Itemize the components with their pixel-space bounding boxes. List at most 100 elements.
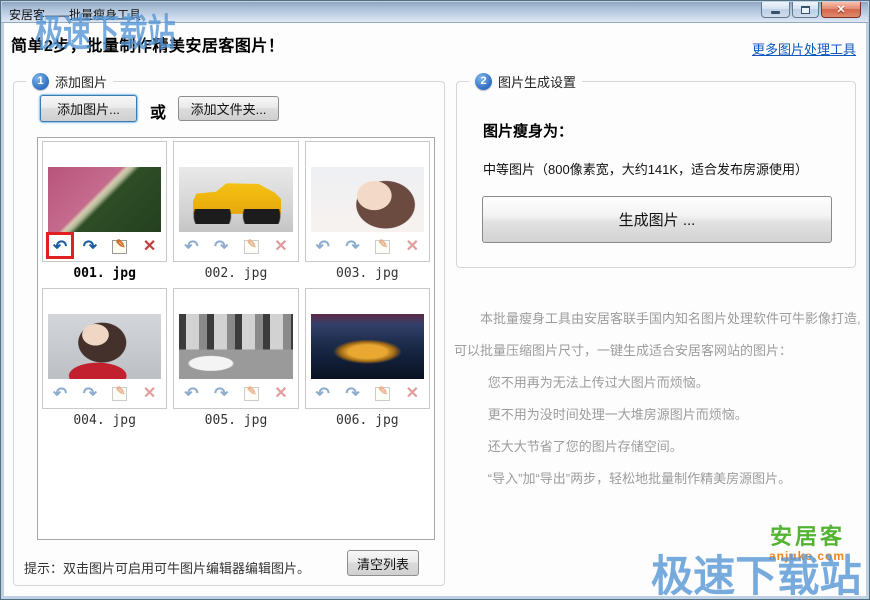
image-actions: ↶ ↷ ✎ ✕: [174, 232, 297, 261]
thumbnail-wrap: [174, 289, 297, 379]
pencil-glyph: ✎: [378, 236, 389, 251]
edit-icon[interactable]: ✎: [112, 236, 128, 254]
step-2-badge: 2: [475, 73, 492, 90]
undo-icon[interactable]: ↶: [316, 238, 330, 255]
pencil-glyph: ✎: [115, 236, 126, 251]
minimize-button[interactable]: [761, 2, 790, 18]
image-actions: ↶ ↷ ✎ ✕: [174, 379, 297, 408]
image-list-item: ↶ ↷ ✎ ✕ 005. jpg: [173, 288, 299, 433]
close-icon: ✕: [836, 3, 846, 16]
anjuke-logo-cn: 安居客: [769, 524, 845, 549]
anjuke-logo-domain: anjuke.com: [768, 549, 845, 563]
image-list-item: ↶ ↷ ✎ ✕ 004. jpg: [42, 288, 168, 433]
description-line: 可以批量压缩图片尺寸，一键生成适合安居客网站的图片：: [454, 343, 793, 358]
image-cell: ↶ ↷ ✎ ✕: [304, 288, 430, 409]
generation-settings-title: 图片生成设置: [498, 75, 577, 90]
image-cell: ↶ ↷ ✎ ✕: [304, 141, 430, 262]
image-thumbnail[interactable]: [48, 314, 162, 379]
image-actions: ↶ ↷ ✎ ✕: [306, 232, 429, 261]
image-cell: ↶ ↷ ✎ ✕: [42, 288, 168, 409]
image-list-panel[interactable]: ↶ ↷ ✎ ✕ 001. jpg ↶ ↷ ✎ ✕ 002. jpg ↶ ↷ ✎ …: [37, 137, 435, 540]
redo-icon[interactable]: ↷: [345, 385, 359, 402]
redo-icon[interactable]: ↷: [83, 385, 97, 402]
image-thumbnail[interactable]: [179, 314, 293, 379]
or-label: 或: [150, 105, 167, 122]
delete-icon[interactable]: ✕: [274, 385, 287, 402]
thumbnail-wrap: [306, 142, 429, 232]
image-list-item: ↶ ↷ ✎ ✕ 003. jpg: [304, 141, 430, 286]
image-list-item: ↶ ↷ ✎ ✕ 006. jpg: [304, 288, 430, 433]
more-tools-link[interactable]: 更多图片处理工具: [752, 39, 856, 58]
image-thumbnail[interactable]: [310, 167, 424, 232]
thumbnail-wrap: [174, 142, 297, 232]
thumbnail-wrap: [43, 142, 166, 232]
description-line: 本批量瘦身工具由安居客联手国内知名图片处理软件可牛影像打造,: [480, 311, 861, 326]
undo-icon[interactable]: ↶: [53, 385, 67, 402]
description-line: 还大大节省了您的图片存储空间。: [487, 439, 683, 454]
image-filename: 004. jpg: [73, 413, 136, 428]
image-filename: 005. jpg: [204, 413, 268, 428]
anjuke-logo: 安居客 anjuke.com: [769, 519, 845, 563]
delete-icon[interactable]: ✕: [143, 238, 156, 255]
generation-settings-group: 2 图片生成设置 图片瘦身为： 中等图片（800像素宽，大约141K，适合发布房…: [456, 72, 856, 268]
undo-highlight-box: [46, 232, 74, 259]
add-images-button[interactable]: 添加图片...: [40, 95, 137, 122]
window-title: 安居客——批量瘦身工具: [9, 8, 142, 22]
image-cell: ↶ ↷ ✎ ✕: [173, 288, 299, 409]
image-list-item: ↶ ↷ ✎ ✕ 002. jpg: [173, 141, 299, 286]
undo-icon[interactable]: ↶: [184, 385, 198, 402]
delete-icon[interactable]: ✕: [274, 238, 287, 255]
description-block: 本批量瘦身工具由安居客联手国内知名图片处理软件可牛影像打造, 可以批量压缩图片尺寸…: [454, 311, 866, 503]
image-grid: ↶ ↷ ✎ ✕ 001. jpg ↶ ↷ ✎ ✕ 002. jpg ↶ ↷ ✎ …: [42, 141, 430, 433]
maximize-icon: [801, 5, 810, 14]
clear-list-button[interactable]: 清空列表: [347, 550, 419, 576]
image-thumbnail[interactable]: [310, 314, 424, 379]
tip-text: 提示：双击图片可启用可牛图片编辑器编辑图片。: [24, 561, 311, 576]
undo-icon[interactable]: ↶: [316, 385, 330, 402]
image-actions: ↶ ↷ ✎ ✕: [306, 379, 429, 408]
image-actions: ↶ ↷ ✎ ✕: [43, 379, 166, 408]
pencil-glyph: ✎: [115, 383, 126, 398]
image-thumbnail[interactable]: [48, 167, 162, 232]
edit-icon[interactable]: ✎: [243, 236, 259, 254]
app-window: 安居客——批量瘦身工具 ✕ 简单2步，批量制作精美安居客图片！ 更多图片处理工具…: [0, 0, 870, 601]
undo-icon[interactable]: ↶: [184, 238, 198, 255]
maximize-button[interactable]: [792, 2, 819, 18]
edit-icon[interactable]: ✎: [375, 236, 391, 254]
image-filename: 003. jpg: [336, 266, 399, 281]
delete-icon[interactable]: ✕: [406, 238, 419, 255]
edit-icon[interactable]: ✎: [112, 383, 128, 401]
generate-images-button[interactable]: 生成图片 ...: [482, 196, 832, 243]
minimize-icon: [771, 10, 780, 14]
image-cell: ↶ ↷ ✎ ✕: [173, 141, 299, 262]
thumbnail-wrap: [306, 289, 429, 379]
size-option-text: 中等图片（800像素宽，大约141K，适合发布房源使用）: [483, 162, 809, 177]
image-actions: ↶ ↷ ✎ ✕: [43, 232, 166, 261]
redo-icon[interactable]: ↷: [214, 385, 228, 402]
slim-to-label: 图片瘦身为：: [483, 123, 574, 140]
thumbnail-wrap: [43, 289, 166, 379]
image-cell: ↶ ↷ ✎ ✕: [42, 141, 168, 262]
page-title: 简单2步，批量制作精美安居客图片！: [11, 38, 285, 55]
description-line: “导入”加“导出”两步，轻松地批量制作精美房源图片。: [487, 471, 792, 486]
add-folder-button[interactable]: 添加文件夹...: [178, 96, 279, 121]
delete-icon[interactable]: ✕: [406, 385, 419, 402]
window-controls: ✕: [761, 2, 861, 18]
description-line: 更不用为没时间处理一大堆房源图片而烦恼。: [487, 407, 748, 422]
edit-icon[interactable]: ✎: [375, 385, 391, 401]
generation-settings-legend: 2 图片生成设置: [469, 72, 583, 91]
edit-icon[interactable]: ✎: [243, 383, 259, 401]
step-1-badge: 1: [32, 73, 49, 90]
close-button[interactable]: ✕: [821, 2, 861, 18]
delete-icon[interactable]: ✕: [143, 385, 156, 402]
redo-icon[interactable]: ↷: [345, 238, 359, 255]
redo-icon[interactable]: ↷: [214, 238, 228, 255]
add-images-group-title: 添加图片: [55, 75, 108, 90]
image-thumbnail[interactable]: [179, 167, 293, 232]
redo-icon[interactable]: ↷: [83, 238, 97, 255]
image-filename: 002. jpg: [204, 266, 268, 281]
title-bar[interactable]: 安居客——批量瘦身工具: [2, 2, 868, 23]
pencil-glyph: ✎: [246, 383, 257, 398]
image-filename: 001. jpg: [73, 266, 136, 281]
pencil-glyph: ✎: [246, 236, 257, 251]
